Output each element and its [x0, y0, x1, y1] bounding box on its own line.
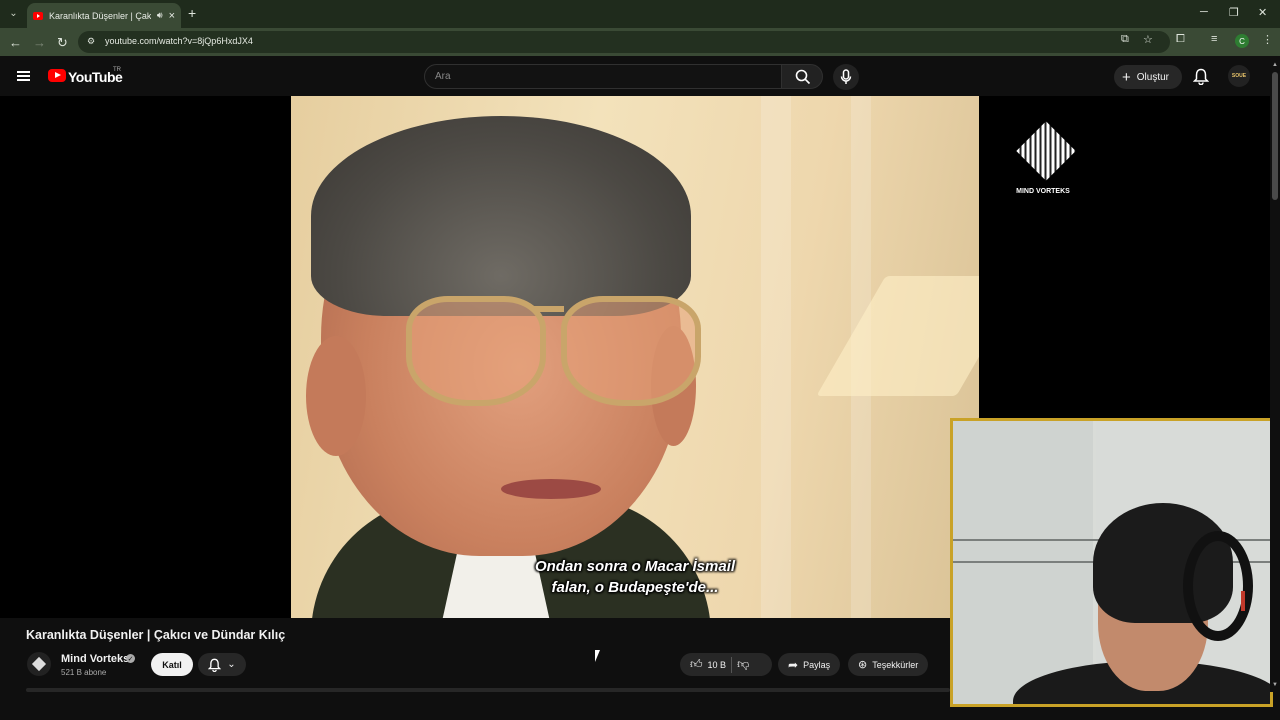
- new-tab-button[interactable]: +: [188, 5, 196, 21]
- video-frame[interactable]: Ondan sonra o Macar İsmail falan, o Buda…: [291, 96, 979, 618]
- forward-icon[interactable]: →: [33, 35, 46, 50]
- tab-search-chevron-icon[interactable]: ⌄: [5, 5, 22, 22]
- super-thanks-icon: ⊛: [858, 659, 868, 671]
- mouse-cursor-icon: [595, 650, 600, 662]
- verified-badge-icon: ✓: [126, 654, 135, 663]
- video-title: Karanlıkta Düşenler | Çakıcı ve Dündar K…: [26, 628, 286, 642]
- notifications-bell-icon[interactable]: [1193, 68, 1209, 85]
- tab-title: Karanlıkta Düşenler | Çakıcı: [49, 10, 151, 21]
- glasses-lens-left: [406, 296, 546, 406]
- search-input[interactable]: Ara: [424, 64, 782, 89]
- background-stripe: [761, 96, 791, 618]
- scroll-up-arrow-icon[interactable]: ▲: [1272, 62, 1278, 68]
- bookmark-star-icon[interactable]: ☆: [1143, 33, 1153, 46]
- share-button[interactable]: ➦ Paylaş: [778, 653, 841, 676]
- search-button[interactable]: [781, 64, 823, 89]
- like-dislike-group: 👍︎ 10 B 👎︎: [680, 653, 772, 676]
- scrollbar-thumb[interactable]: [1272, 72, 1278, 200]
- url-text: youtube.com/watch?v=8jQp6HxdJX4: [105, 36, 253, 46]
- page-scrollbar[interactable]: ▲ ▼: [1270, 62, 1280, 692]
- mouth: [501, 479, 601, 499]
- subscriber-count: 521 B abone: [61, 668, 107, 677]
- description-box-edge: [26, 688, 950, 692]
- reload-icon[interactable]: ↻: [57, 35, 68, 51]
- channel-watermark[interactable]: MIND VORTEKS: [1016, 121, 1076, 195]
- browser-profile-avatar[interactable]: C: [1235, 34, 1249, 48]
- address-bar[interactable]: ⚙︎ youtube.com/watch?v=8jQp6HxdJX4: [78, 31, 1170, 53]
- video-subtitle: Ondan sonra o Macar İsmail falan, o Buda…: [291, 556, 979, 598]
- like-count: 10 B: [707, 659, 727, 670]
- plus-icon: +: [1122, 68, 1131, 86]
- headphones-accent: [1241, 591, 1245, 611]
- restore-icon[interactable]: ❐: [1229, 6, 1239, 19]
- like-button[interactable]: 👍︎ 10 B: [690, 657, 726, 672]
- dislike-button[interactable]: 👎︎: [737, 657, 749, 672]
- thanks-button[interactable]: ⊛ Teşekkürler: [848, 653, 929, 676]
- ear-left: [306, 336, 366, 456]
- hair: [311, 116, 691, 316]
- mind-vorteks-logo-icon: [1016, 121, 1076, 181]
- headphones: [1183, 531, 1253, 641]
- minimize-icon[interactable]: ─: [1200, 6, 1208, 18]
- user-avatar[interactable]: SOUE: [1228, 65, 1250, 87]
- channel-logo-icon: [31, 656, 47, 672]
- watermark-text: MIND VORTEKS: [1016, 188, 1070, 195]
- share-icon: ➦: [788, 657, 799, 672]
- youtube-logo-icon[interactable]: [48, 69, 66, 82]
- scroll-down-arrow-icon[interactable]: ▼: [1272, 682, 1278, 688]
- browser-toolbar: ← → ↻ ⚙︎ youtube.com/watch?v=8jQp6HxdJX4…: [0, 28, 1280, 56]
- browser-tab-active[interactable]: Karanlıkta Düşenler | Çakıcı 🔊︎ ×: [27, 3, 181, 28]
- extensions-icon[interactable]: ⧠: [1176, 33, 1185, 46]
- search-icon: [795, 69, 811, 85]
- search-placeholder: Ara: [435, 71, 451, 82]
- hamburger-menu-icon[interactable]: [17, 71, 30, 81]
- site-info-icon[interactable]: ⚙︎: [87, 36, 98, 47]
- subscription-bell-button[interactable]: ⌄: [198, 653, 246, 676]
- youtube-header: YouTube TR Ara + Oluştur SOUE: [0, 56, 1280, 96]
- thanks-label: Teşekkürler: [872, 659, 919, 670]
- browser-tab-bar: ⌄ Karanlıkta Düşenler | Çakıcı 🔊︎ × + ─ …: [0, 0, 1280, 28]
- cabinet-panel: [953, 421, 1093, 704]
- thumbs-up-icon: 👍︎: [690, 657, 703, 671]
- microphone-icon: [840, 69, 852, 84]
- youtube-favicon-icon: [33, 11, 43, 20]
- glasses-lens-right: [561, 296, 701, 406]
- reading-list-icon[interactable]: ≡: [1211, 33, 1217, 45]
- share-label: Paylaş: [803, 659, 831, 670]
- lamp-shade: [816, 276, 979, 396]
- cast-icon[interactable]: ⧉: [1121, 33, 1129, 46]
- close-icon[interactable]: ✕: [1258, 6, 1267, 19]
- subtitle-line-1: Ondan sonra o Macar İsmail: [534, 558, 736, 575]
- voice-search-button[interactable]: [833, 64, 859, 90]
- subtitle-line-2: falan, o Budapeşte'de...: [551, 579, 719, 596]
- join-button[interactable]: Katıl: [151, 653, 193, 676]
- webcam-overlay: [950, 418, 1273, 707]
- glasses-bridge: [534, 306, 564, 312]
- browser-menu-icon[interactable]: ⋮: [1262, 33, 1273, 46]
- speaker-icon[interactable]: 🔊︎: [157, 10, 163, 21]
- create-label: Oluştur: [1136, 71, 1169, 83]
- channel-name[interactable]: Mind Vorteks: [61, 653, 129, 665]
- chevron-down-icon: ⌄: [227, 659, 236, 670]
- divider: [731, 656, 733, 673]
- create-button[interactable]: + Oluştur: [1114, 65, 1182, 89]
- country-code: TR: [113, 67, 121, 73]
- bell-icon: [208, 658, 222, 672]
- tab-close-icon[interactable]: ×: [169, 10, 175, 22]
- back-icon[interactable]: ←: [9, 35, 22, 50]
- channel-avatar[interactable]: [27, 652, 51, 676]
